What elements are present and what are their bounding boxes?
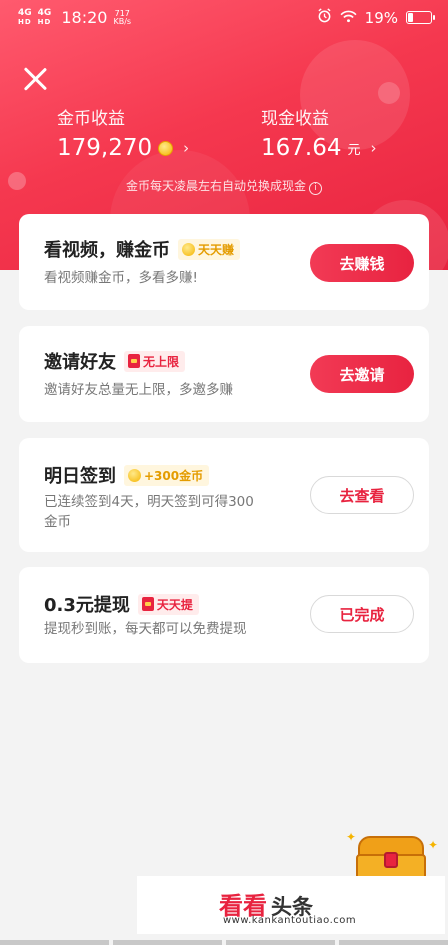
watermark-url: www.kankantoutiao.com xyxy=(223,915,357,926)
signal-icon: 4G HD xyxy=(37,7,52,26)
cash-earnings-label: 现金收益 xyxy=(261,109,329,129)
coin-earnings[interactable]: 金币收益 179,270 › xyxy=(57,104,189,161)
task-title: 0.3元提现 xyxy=(44,595,130,616)
task-card-watch-video: 看视频，赚金币 天天赚 看视频赚金币，多看多赚! 去赚钱 xyxy=(19,214,429,310)
completed-button[interactable]: 已完成 xyxy=(310,595,414,633)
chevron-right-icon: › xyxy=(370,139,377,157)
task-desc: 看视频赚金币，多看多赚! xyxy=(44,270,198,286)
wifi-icon xyxy=(340,9,357,27)
battery-text: 19% xyxy=(364,8,398,27)
view-button[interactable]: 去查看 xyxy=(310,476,414,514)
task-card-invite: 邀请好友 无上限 邀请好友总量无上限，多邀多赚 去邀请 xyxy=(19,326,429,422)
task-title: 邀请好友 xyxy=(44,352,116,373)
status-bar: 4G HD 4G HD 18:20 717 KB/s 19% xyxy=(0,0,448,36)
task-tag: 天天提 xyxy=(137,593,199,615)
coin-icon xyxy=(182,242,195,256)
red-envelope-icon xyxy=(128,354,140,368)
task-desc: 邀请好友总量无上限，多邀多赚 xyxy=(44,382,233,398)
cash-earnings-value: 167.64 xyxy=(261,135,342,161)
earn-money-button[interactable]: 去赚钱 xyxy=(310,244,414,282)
exchange-notice-text: 金币每天凌晨左右自动兑换成现金 xyxy=(125,179,306,193)
battery-icon xyxy=(406,11,435,24)
task-desc: 已连续签到4天，明天签到可得300 金币 xyxy=(44,494,254,530)
task-title: 明日签到 xyxy=(44,466,116,487)
task-card-checkin: 明日签到 +300金币 已连续签到4天，明天签到可得300 金币 去查看 xyxy=(19,438,429,552)
cash-earnings[interactable]: 现金收益 167.64 元 › xyxy=(261,104,377,161)
close-icon[interactable] xyxy=(22,66,48,92)
watermark: 看看 头条 www.kankantoutiao.com xyxy=(137,876,445,934)
network-speed: 717 KB/s xyxy=(113,8,132,26)
invite-button[interactable]: 去邀请 xyxy=(310,355,414,393)
coin-earnings-value: 179,270 xyxy=(57,135,153,161)
task-tag: 天天赚 xyxy=(178,238,241,260)
task-desc: 提现秒到账，每天都可以免费提现 xyxy=(44,621,247,637)
task-card-withdraw: 0.3元提现 天天提 提现秒到账，每天都可以免费提现 已完成 xyxy=(19,567,429,663)
chevron-right-icon: › xyxy=(183,139,190,157)
signal-icon: 4G HD xyxy=(18,7,32,26)
red-envelope-icon xyxy=(141,597,154,611)
coin-icon xyxy=(158,140,174,156)
decor-dot xyxy=(378,82,400,104)
alarm-icon xyxy=(317,8,332,27)
exchange-notice: 金币每天凌晨左右自动兑换成现金 i xyxy=(0,177,448,195)
task-tag: +300金币 xyxy=(124,464,210,486)
coin-earnings-label: 金币收益 xyxy=(57,109,125,129)
task-tag: 无上限 xyxy=(124,350,186,372)
bottom-nav-strip xyxy=(0,940,448,945)
clock: 18:20 xyxy=(61,8,108,27)
cash-unit: 元 xyxy=(347,142,361,158)
info-icon[interactable]: i xyxy=(309,182,322,195)
task-title: 看视频，赚金币 xyxy=(44,240,170,261)
coin-icon xyxy=(128,468,141,482)
